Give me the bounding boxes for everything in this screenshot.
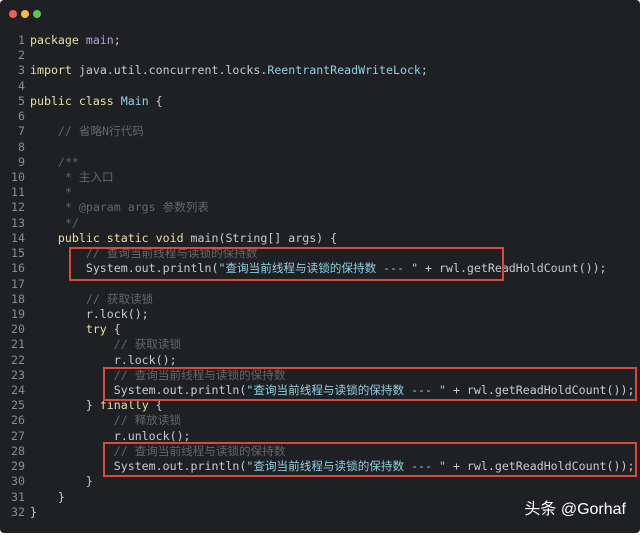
line-number: 32 [11, 504, 25, 519]
line-number: 9 [18, 154, 25, 169]
code-window: 1 package main; 2 3 import java.util.concurr… [0, 0, 640, 533]
line-number: 26 [11, 413, 25, 428]
maximize-dot-icon[interactable] [33, 10, 41, 18]
line-number: 22 [11, 352, 25, 367]
code-token: package [30, 33, 86, 47]
watermark: 头条 @Gorhaf [524, 501, 626, 518]
window-controls [9, 10, 41, 18]
line-number: 14 [11, 230, 25, 245]
code-token: main [85, 33, 114, 47]
line-number: 4 [18, 78, 25, 93]
line-number: 17 [11, 276, 25, 291]
code-line: 10 * 主入口 [0, 170, 634, 185]
line-number: 29 [11, 459, 25, 474]
line-number: 20 [11, 322, 25, 337]
line-number: 6 [18, 109, 25, 124]
close-dot-icon[interactable] [9, 10, 17, 18]
line-number: 3 [18, 63, 25, 78]
line-number: 1 [18, 33, 25, 47]
code-token: } [30, 489, 65, 504]
line-number: 25 [11, 398, 25, 413]
line-number: 19 [11, 306, 25, 321]
code-line: 6 [0, 109, 634, 124]
code-token: */ [30, 215, 79, 230]
line-number: 18 [11, 291, 25, 306]
code-line: 1 package main; [0, 33, 634, 48]
line-number: 10 [11, 169, 25, 184]
code-line: 18 // 获取读锁 [0, 292, 634, 307]
code-token: } [30, 398, 100, 413]
code-line: 8 [0, 140, 634, 155]
code-line: 22 r.lock(); [0, 353, 634, 368]
minimize-dot-icon[interactable] [21, 10, 29, 18]
code-line: 21 // 获取读锁 [0, 337, 634, 352]
code-token: // 获取读锁 [30, 291, 154, 306]
code-line: 11 * [0, 185, 634, 200]
code-token: * [30, 185, 72, 200]
line-number: 27 [11, 428, 25, 443]
code-line: 26 // 释放读锁 [0, 413, 634, 428]
code-token: public class [30, 93, 121, 108]
code-token: try [30, 322, 107, 337]
line-number: 30 [11, 474, 25, 489]
highlight-box [69, 247, 504, 281]
code-token: import [30, 63, 79, 78]
code-line: 14 public static void main(String[] args… [0, 231, 634, 246]
code-token: r.lock(); [30, 306, 149, 321]
code-line: 4 [0, 79, 634, 94]
line-number: 28 [11, 443, 25, 458]
line-number: 21 [11, 337, 25, 352]
code-token: * 主入口 [30, 169, 114, 184]
code-token: ReentrantReadWriteLock [267, 63, 421, 78]
code-token: // 省略N行代码 [30, 124, 144, 139]
code-token: main(String[] args) { [190, 230, 338, 245]
code-token: public static void [30, 230, 191, 245]
code-token: ; [113, 33, 121, 47]
code-line: 19 r.lock(); [0, 307, 634, 322]
code-token: { [106, 322, 121, 337]
line-number: 31 [11, 489, 25, 504]
line-number: 8 [18, 139, 25, 154]
code-line: 7 // 省略N行代码 [0, 124, 634, 139]
line-number: 13 [11, 215, 25, 230]
code-token: // 获取读锁 [30, 337, 182, 352]
code-token: java.util.concurrent.locks. [78, 63, 268, 78]
code-token: } [30, 474, 93, 489]
highlight-box [103, 442, 637, 477]
line-number: 12 [11, 200, 25, 215]
code-line: 12 * @param args 参数列表 [0, 200, 634, 215]
line-number: 11 [11, 185, 25, 200]
line-number: 5 [18, 93, 25, 108]
line-number: 23 [11, 367, 25, 382]
line-number: 2 [18, 48, 25, 63]
code-token: r.lock(); [30, 352, 177, 367]
code-token: Main [120, 93, 149, 108]
line-number: 7 [18, 124, 25, 139]
code-token: { [148, 93, 163, 108]
code-line: 5 public class Main { [0, 94, 634, 109]
code-line: 9 /** [0, 155, 634, 170]
code-line: 20 try { [0, 322, 634, 337]
code-token: * @param args 参数列表 [30, 200, 209, 215]
line-number: 16 [11, 261, 25, 276]
line-number: 15 [11, 246, 25, 261]
code-token: } [30, 504, 37, 519]
code-token: /** [30, 154, 79, 169]
highlight-box [103, 367, 637, 401]
code-line: 13 */ [0, 216, 634, 231]
code-line: 2 [0, 48, 634, 63]
code-token: // 释放读锁 [30, 413, 182, 428]
code-line: 3 import java.util.concurrent.locks. Reent… [0, 63, 634, 78]
line-number: 24 [11, 383, 25, 398]
code-token: ; [420, 63, 428, 78]
